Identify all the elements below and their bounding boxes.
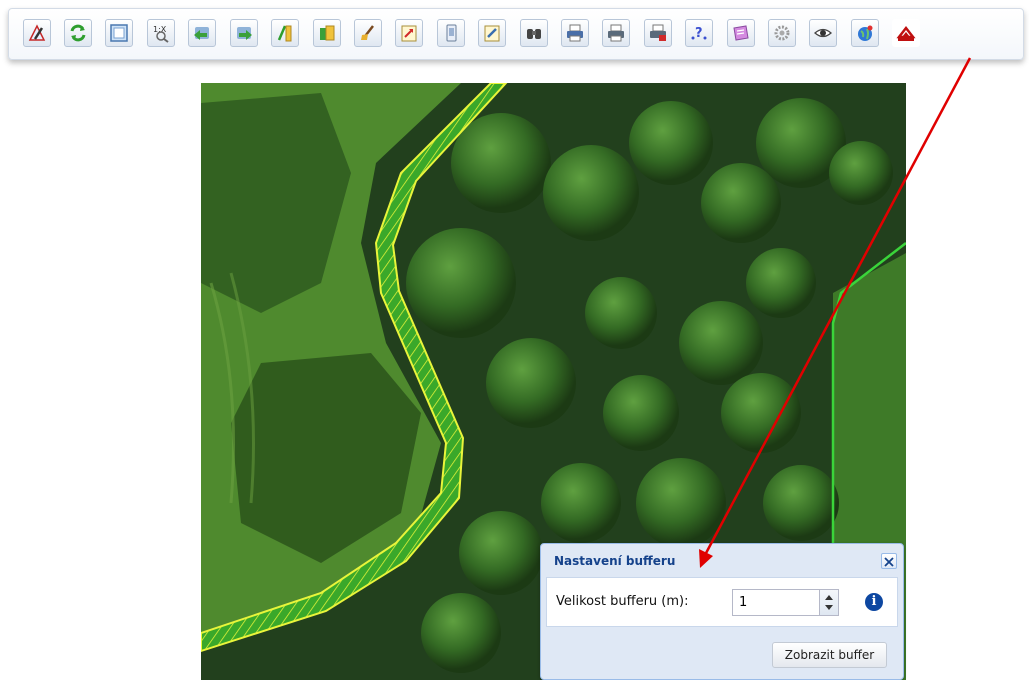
measure-button[interactable] (271, 19, 299, 47)
scale-1x-button[interactable]: 1:X (147, 19, 175, 47)
refresh-icon (70, 24, 86, 42)
back-button[interactable] (188, 19, 216, 47)
settings-icon (774, 25, 790, 41)
binoculars-button[interactable] (520, 19, 548, 47)
visibility-eye-icon (814, 28, 832, 38)
svg-text:?: ? (695, 26, 703, 41)
zoom-to-extent-button[interactable] (105, 19, 133, 47)
export-icon (401, 25, 417, 42)
measure-icon (277, 25, 292, 42)
buffer-icon (896, 25, 916, 41)
panel-header: Nastavení bufferu (541, 544, 903, 576)
layers-icon (320, 25, 335, 41)
edit-geometry-button[interactable] (23, 19, 51, 47)
settings-button[interactable] (768, 19, 796, 47)
visibility-button[interactable] (809, 19, 837, 47)
spinner-arrows-icon (825, 595, 833, 610)
show-buffer-button[interactable]: Zobrazit buffer (772, 642, 887, 668)
globe-button[interactable] (851, 19, 879, 47)
legend-button[interactable] (727, 19, 755, 47)
refresh-button[interactable] (64, 19, 92, 47)
clean-icon (361, 25, 374, 40)
print-icon (567, 24, 583, 42)
document-button[interactable] (437, 19, 465, 47)
globe-icon (858, 25, 873, 41)
print-preview-icon (608, 24, 624, 42)
help-button[interactable]: ? (685, 19, 713, 47)
info-icon[interactable]: i (865, 593, 883, 611)
map-toolbar: 1:X ? (8, 8, 1024, 60)
close-icon (884, 557, 894, 567)
buffer-size-input[interactable] (732, 589, 820, 616)
buffer-settings-panel: Nastavení bufferu Velikost bufferu (m): … (540, 543, 904, 680)
print-preview-button[interactable] (602, 19, 630, 47)
forward-button[interactable] (230, 19, 258, 47)
print-pdf-button[interactable] (644, 19, 672, 47)
clean-button[interactable] (354, 19, 382, 47)
help-icon: ? (691, 26, 707, 41)
back-icon (194, 27, 209, 40)
panel-body: Velikost bufferu (m): i (546, 577, 898, 627)
panel-title: Nastavení bufferu (554, 554, 676, 568)
layers-button[interactable] (313, 19, 341, 47)
binoculars-icon (527, 29, 541, 39)
print-button[interactable] (561, 19, 589, 47)
edit-note-button[interactable] (478, 19, 506, 47)
document-icon (446, 24, 457, 42)
buffer-size-label: Velikost bufferu (m): (556, 594, 689, 609)
scale-1x-icon: 1:X (153, 25, 169, 43)
panel-footer: Zobrazit buffer (541, 629, 903, 679)
print-pdf-icon (650, 24, 666, 41)
edit-note-icon (484, 25, 500, 42)
buffer-button[interactable] (892, 19, 920, 47)
legend-icon (733, 25, 749, 41)
zoom-to-extent-icon (110, 24, 128, 42)
buffer-size-spinner[interactable] (820, 589, 839, 616)
close-button[interactable] (881, 553, 897, 569)
export-button[interactable] (395, 19, 423, 47)
forward-icon (237, 27, 252, 40)
edit-geometry-icon (28, 24, 46, 41)
